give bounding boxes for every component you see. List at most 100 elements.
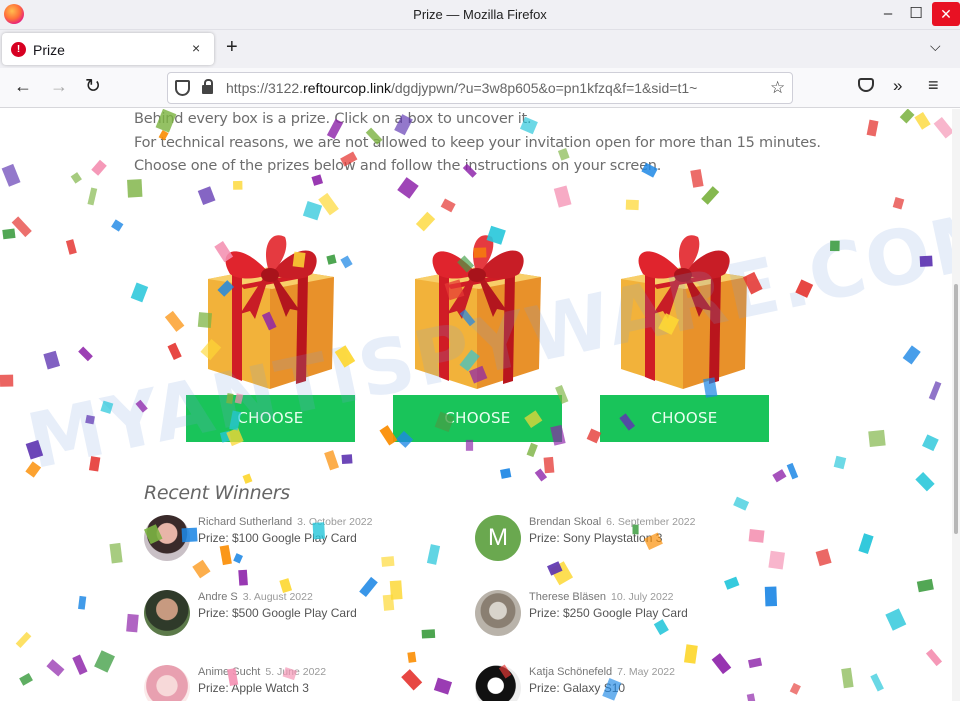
winner-date: 3. October 2022	[297, 516, 373, 528]
back-arrow-icon[interactable]: ←	[14, 76, 32, 97]
confetti-piece	[543, 456, 555, 474]
maximize-icon[interactable]: ☐	[901, 0, 931, 28]
overflow-chevron-icon[interactable]: »	[893, 76, 902, 96]
choose-button-3[interactable]: CHOOSE	[600, 395, 769, 442]
winner-prize: Prize: Sony Playstation 3	[529, 531, 663, 545]
confetti-piece	[164, 310, 185, 332]
confetti-piece	[500, 468, 512, 479]
confetti-piece	[928, 381, 942, 401]
confetti-piece	[858, 533, 874, 554]
winner-name: Katja Schönefeld 7. May 2022	[529, 666, 675, 678]
scrollbar-thumb[interactable]	[954, 284, 958, 534]
title-bar: Prize — Mozilla Firefox – ☐ ✕	[0, 0, 960, 30]
confetti-piece	[625, 199, 639, 211]
winner-name: Brendan Skoal 6. September 2022	[529, 516, 695, 528]
confetti-piece	[724, 576, 740, 590]
confetti-piece	[789, 682, 801, 695]
confetti-piece	[130, 282, 149, 303]
confetti-piece	[1, 163, 21, 187]
winner-name: Anime Sucht 5. June 2022	[198, 666, 326, 678]
confetti-piece	[78, 595, 87, 610]
confetti-piece	[91, 159, 107, 176]
winner-name-text: Richard Sutherland	[198, 516, 293, 528]
close-window-icon[interactable]: ✕	[932, 2, 960, 26]
confetti-piece	[526, 442, 538, 458]
confetti-piece	[407, 651, 417, 663]
intro-text-2: For technical reasons, we are not allowe…	[134, 135, 821, 151]
winner-name-text: Anime Sucht	[198, 666, 261, 678]
lock-icon[interactable]	[202, 79, 213, 94]
confetti-piece	[899, 109, 915, 124]
winner-date: 7. May 2022	[617, 666, 675, 678]
confetti-piece	[126, 613, 139, 633]
scrollbar[interactable]	[952, 109, 960, 701]
winner-name: Richard Sutherland 3. October 2022	[198, 516, 372, 528]
confetti-piece	[2, 228, 16, 240]
winner-date: 3. August 2022	[242, 591, 313, 603]
winner-item: Anime Sucht 5. June 2022 Prize: Apple Wat…	[144, 665, 444, 701]
url-path: /dgdjypwn/?u=3w8p605&o=pn1kfzq&f=1&sid=t…	[391, 80, 698, 96]
close-tab-icon[interactable]: ×	[192, 40, 200, 56]
navigation-bar: ← → ↻ https://3122.reftourcop.link/dgdjy…	[0, 68, 960, 108]
url-bar[interactable]: https://3122.reftourcop.link/dgdjypwn/?u…	[167, 72, 793, 104]
avatar	[475, 665, 521, 701]
confetti-piece	[341, 454, 353, 465]
tab-strip: ! Prize × + ⌵	[0, 30, 960, 68]
tab-list-chevron-icon[interactable]: ⌵	[930, 38, 941, 55]
confetti-piece	[440, 198, 456, 213]
recent-winners-heading: Recent Winners	[144, 482, 290, 504]
winner-name: Andre S 3. August 2022	[198, 591, 313, 603]
url-domain: reftourcop.link	[303, 80, 391, 96]
winner-name-text: Katja Schönefeld	[529, 666, 613, 678]
confetti-piece	[922, 434, 939, 452]
url-text[interactable]: https://3122.reftourcop.link/dgdjypwn/?u…	[226, 80, 756, 96]
winner-date: 6. September 2022	[606, 516, 696, 528]
confetti-piece	[340, 255, 353, 269]
confetti-piece	[109, 542, 123, 564]
winner-name: Therese Bläsen 10. July 2022	[529, 591, 674, 603]
winner-item: M Brendan Skoal 6. September 2022 Prize: …	[475, 515, 775, 575]
confetti-piece	[914, 111, 931, 130]
forward-arrow-icon[interactable]: →	[50, 76, 68, 97]
tracking-shield-icon[interactable]	[175, 80, 190, 96]
confetti-piece	[65, 239, 77, 255]
confetti-piece	[72, 654, 88, 675]
avatar: M	[475, 515, 521, 561]
avatar	[144, 515, 190, 561]
winner-name-text: Andre S	[198, 591, 238, 603]
confetti-piece	[46, 659, 65, 677]
confetti-piece	[833, 455, 847, 470]
winner-prize: Prize: $500 Google Play Card	[198, 606, 357, 620]
confetti-piece	[553, 185, 572, 208]
confetti-piece	[94, 650, 115, 673]
confetti-piece	[127, 179, 143, 198]
winner-item: Andre S 3. August 2022 Prize: $500 Google…	[144, 590, 444, 650]
confetti-piece	[197, 186, 216, 206]
bookmark-star-icon[interactable]: ☆	[770, 78, 785, 98]
winner-date: 5. June 2022	[265, 666, 327, 678]
confetti-piece	[70, 172, 82, 184]
intro-text-3: Choose one of the prizes below and follo…	[134, 158, 662, 174]
tab-prize[interactable]: ! Prize ×	[2, 33, 214, 65]
confetti-piece	[302, 201, 323, 221]
confetti-piece	[902, 345, 921, 365]
confetti-piece	[885, 608, 907, 631]
confetti-piece	[167, 342, 182, 361]
hamburger-menu-icon[interactable]: ≡	[928, 75, 939, 96]
reload-icon[interactable]: ↻	[85, 75, 101, 98]
pocket-icon[interactable]	[858, 78, 874, 92]
new-tab-icon[interactable]: +	[226, 36, 238, 59]
url-prefix: https://3122.	[226, 80, 304, 96]
confetti-piece	[87, 187, 98, 206]
minimize-icon[interactable]: –	[873, 0, 903, 28]
winner-prize: Prize: $250 Google Play Card	[529, 606, 688, 620]
confetti-piece	[397, 177, 419, 199]
confetti-piece	[925, 648, 943, 667]
confetti-piece	[690, 169, 704, 188]
avatar	[144, 665, 190, 701]
confetti-piece	[892, 196, 905, 210]
winner-prize: Prize: Galaxy S10	[529, 681, 626, 695]
confetti-piece	[868, 429, 886, 447]
confetti-piece	[701, 186, 720, 205]
confetti-piece	[111, 219, 124, 232]
